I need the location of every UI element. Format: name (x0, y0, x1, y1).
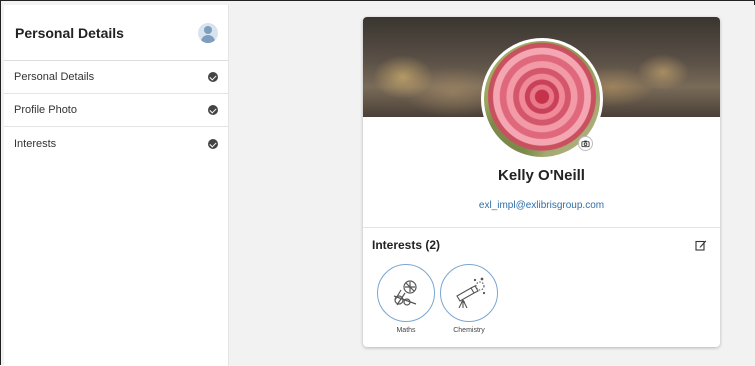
sidebar-title: Personal Details (15, 24, 124, 41)
divider (363, 227, 720, 228)
interest-label: Maths (396, 327, 416, 334)
profile-email[interactable]: exl_impl@exlibrisgroup.com (363, 200, 720, 211)
interest-chip-maths[interactable]: Maths (377, 264, 435, 334)
sidebar: Personal Details Personal Details Profil… (4, 5, 229, 366)
check-icon (208, 72, 218, 82)
main-content: Kelly O'Neill exl_impl@exlibrisgroup.com… (230, 5, 755, 366)
check-icon (208, 138, 218, 149)
sidebar-item-profile-photo[interactable]: Profile Photo (4, 94, 228, 127)
sidebar-header: Personal Details (4, 5, 228, 61)
sidebar-item-label: Profile Photo (14, 104, 77, 116)
sidebar-item-label: Interests (14, 137, 57, 150)
profile-card: Kelly O'Neill exl_impl@exlibrisgroup.com… (363, 17, 720, 347)
avatar-icon (198, 22, 218, 43)
interest-chip-chemistry[interactable]: Chemistry (440, 264, 498, 334)
interests-title: Interests (2) (372, 238, 441, 252)
interest-label: Chemistry (453, 327, 485, 334)
sidebar-item-personal-details[interactable]: Personal Details (4, 61, 228, 94)
app-frame: Personal Details Personal Details Profil… (0, 0, 755, 366)
chemistry-icon (440, 264, 498, 322)
sidebar-item-label: Personal Details (14, 71, 95, 83)
profile-name: Kelly O'Neill (498, 167, 585, 184)
check-icon (208, 105, 218, 115)
maths-icon (377, 264, 435, 322)
edit-icon[interactable] (695, 239, 707, 251)
camera-icon[interactable] (578, 136, 593, 151)
sidebar-item-interests[interactable]: Interests (4, 127, 228, 160)
